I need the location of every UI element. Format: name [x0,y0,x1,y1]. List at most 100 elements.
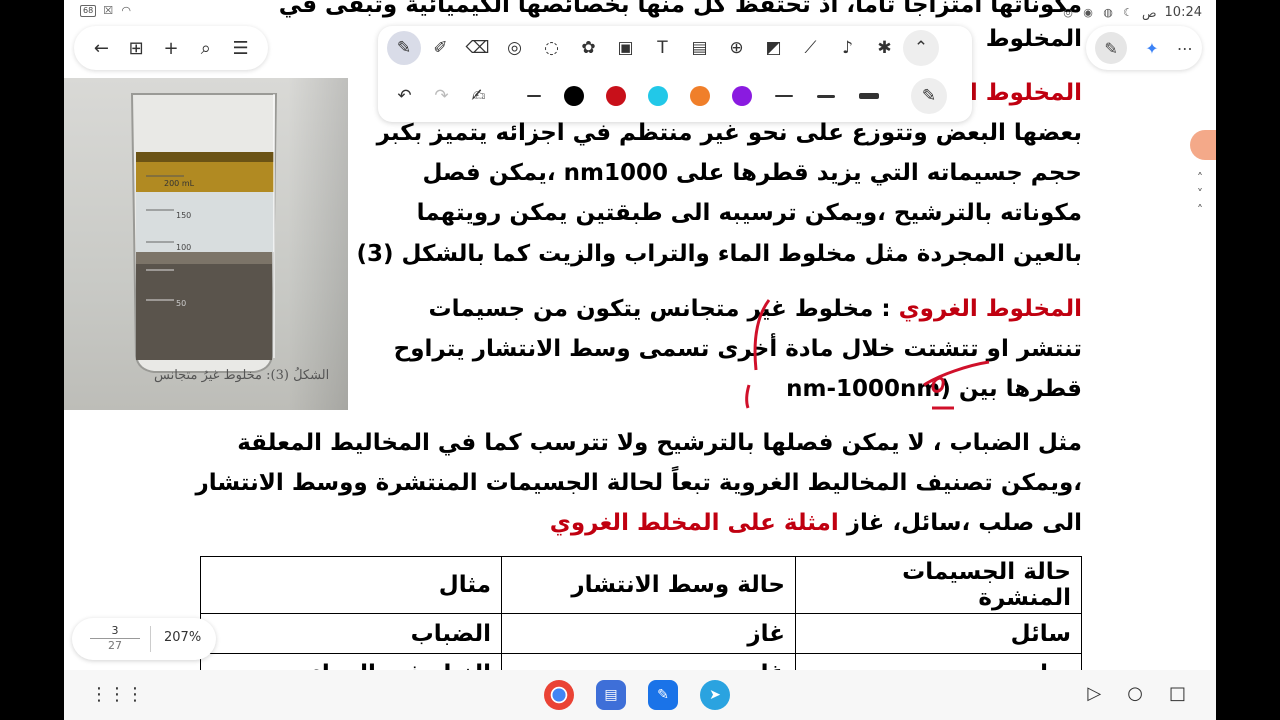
app-icon: ◎ [1063,5,1073,19]
page-number: 3 27 [90,624,140,652]
zoom-level[interactable]: 207% [164,630,201,645]
table-cell: غاز [501,613,796,654]
scroll-arrows-icon[interactable]: ˄ ˅ ˄ [1190,170,1210,218]
ruler-icon[interactable]: ⟋ [792,30,829,66]
nav-toolbar: ← ⊞ + ⌕ ☰ [74,26,268,70]
pen-app-icon[interactable]: ✎ [648,680,678,710]
mark-100: 100 [176,243,191,252]
table-cell: الضباب [200,613,502,654]
figure-caption: الشكلُ (3): مخلوط غيرُ متجانس [154,368,330,383]
lasso-icon[interactable]: ◎ [496,30,533,66]
image-icon[interactable]: ▣ [607,30,644,66]
handwritten-annotation [745,299,990,410]
color-swatch-1[interactable] [606,86,626,106]
back-icon[interactable]: ← [87,38,115,59]
handwriting-icon[interactable]: ✎ [1095,32,1128,64]
total-pages: 27 [108,639,122,652]
wifi-icon: ◠ [121,4,131,17]
grid-icon[interactable]: ⊞ [122,38,150,59]
app-dock: ▤ ✎ ➤ [544,680,730,710]
more-icon[interactable]: ⋯ [1177,39,1193,58]
status-bar: 68 ☒ ◠ ◎ ◉ ◍ ☾ ص 10:24 [64,0,1216,26]
table-row: سائل غاز الضباب [200,613,1082,654]
zoom-icon[interactable]: ⊕ [718,30,755,66]
color-swatch-2[interactable] [648,86,668,106]
mic-icon[interactable]: ♪ [829,30,866,66]
doc-line: مثل الضباب ، لا يمكن فصلها بالترشيح ولا … [237,430,1082,456]
back-button-icon[interactable]: ▷ [1087,683,1101,704]
style-row: ↶ ↷ ✍ ✎ [386,78,947,114]
moon-icon: ☾ [1123,5,1133,19]
table-header: حالة الجسيمات المنشرة [795,556,1082,614]
list-icon[interactable]: ☰ [227,38,255,59]
app-screen: مكوناتها امتزاجا تاما، اذ تحتفظ كل منها … [64,0,1216,720]
notes-app-icon[interactable]: ▤ [596,680,626,710]
states-text: الى صلب ،سائل، غاز [838,510,1082,536]
instagram-icon: ◉ [1083,5,1093,19]
sticker-icon[interactable]: ✿ [570,30,607,66]
tool-row: ✎ ✐ ⌫ ◎ ◌ ✿ ▣ T ▤ ⊕ ◩ ⟋ ♪ ✱ ⌃ [386,30,939,66]
collapse-icon[interactable]: ⌃ [903,30,939,66]
color-swatches [553,86,763,106]
status-ampm: ص [1142,5,1157,20]
thin-line-option[interactable] [527,95,541,97]
telegram-icon[interactable]: ➤ [700,680,730,710]
table-header-row: حالة الجسيمات المنشرة حالة وسط الانتشار … [200,556,1082,614]
app-drawer-icon[interactable]: ⋮⋮⋮ [90,684,144,705]
mark-200: 200 mL [164,179,195,188]
doc-line: الى صلب ،سائل، غاز امثلة على المخلط الغر… [550,508,1082,538]
text-icon[interactable]: T [644,30,681,66]
table-header: حالة وسط الانتشار [501,556,796,614]
pen-settings-icon[interactable]: ✍ [460,78,497,114]
doc-line: مكوناته بالترشيح ،ويمكن ترسيبه الى طبقتي… [416,200,1082,226]
doc-line: بعضها البعض وتتوزع على نحو غير منتظم في … [376,120,1082,146]
pen-icon[interactable]: ✎ [387,31,421,65]
color-swatch-3[interactable] [690,86,710,106]
chart-icon[interactable]: ◩ [755,30,792,66]
divider [150,626,151,652]
system-buttons: ▷ ○ □ [1087,683,1186,704]
home-button-icon[interactable]: ○ [1127,683,1143,704]
notification-off-icon: ☒ [103,4,114,17]
status-right: ◎ ◉ ◍ ☾ ص 10:24 [1062,5,1202,20]
highlighter-icon[interactable]: ✐ [422,30,459,66]
doc-line: المخلوط [985,26,1082,52]
mark-50: 50 [176,299,186,308]
color-swatch-0[interactable] [564,86,584,106]
current-page: 3 [90,624,140,639]
doc-line: حجم جسيماته التي يزيد قطرها على nm1000 ،… [422,160,1082,186]
messenger-icon: ◍ [1103,5,1113,19]
battery-icon: 68 [80,5,97,17]
examples-heading: امثلة على المخلط الغروي [549,510,839,536]
stroke-thick[interactable] [859,93,879,99]
status-left: 68 ☒ ◠ [80,5,132,17]
pen-toolbar: ✎ ✐ ⌫ ◎ ◌ ✿ ▣ T ▤ ⊕ ◩ ⟋ ♪ ✱ ⌃ ↶ ↷ ✍ ✎ [378,26,972,122]
ai-sparkle-icon[interactable]: ✦ [1145,39,1158,58]
shape-icon[interactable]: ◌ [533,30,570,66]
beaker-illustration: 200 mL 150 100 50 [130,93,278,373]
search-icon[interactable]: ⌕ [192,38,220,59]
right-toolbar: ✎ ✦ ⋯ [1086,26,1202,70]
stroke-thin[interactable] [775,95,793,97]
recents-button-icon[interactable]: □ [1169,683,1186,704]
beaker-photo: 200 mL 150 100 50 الشكلُ (3): مخلوط غيرُ… [64,78,348,410]
table-icon[interactable]: ▤ [681,30,718,66]
undo-icon[interactable]: ↶ [386,78,423,114]
add-icon[interactable]: + [157,38,185,59]
pen-mode-icon[interactable]: ✎ [911,78,947,114]
doc-line: ،ويمكن تصنيف المخاليط الغروية تبعاً لحال… [195,470,1083,496]
doc-line-heading: المخلوط ا [969,80,1082,106]
table-header: مثال [200,556,502,614]
stroke-medium[interactable] [817,94,835,98]
laser-icon[interactable]: ✱ [866,30,903,66]
doc-line: بالعين المجردة مثل مخلوط الماء والتراب و… [356,241,1082,267]
mark-150: 150 [176,211,191,220]
photo-shadow [288,78,348,410]
eraser-icon[interactable]: ⌫ [459,30,496,66]
record-icon[interactable] [1190,130,1216,160]
status-time: 10:24 [1164,5,1202,20]
chrome-icon[interactable] [544,680,574,710]
color-swatch-4[interactable] [732,86,752,106]
redo-icon[interactable]: ↷ [423,78,460,114]
page-indicator[interactable]: 3 27 207% [72,618,216,660]
